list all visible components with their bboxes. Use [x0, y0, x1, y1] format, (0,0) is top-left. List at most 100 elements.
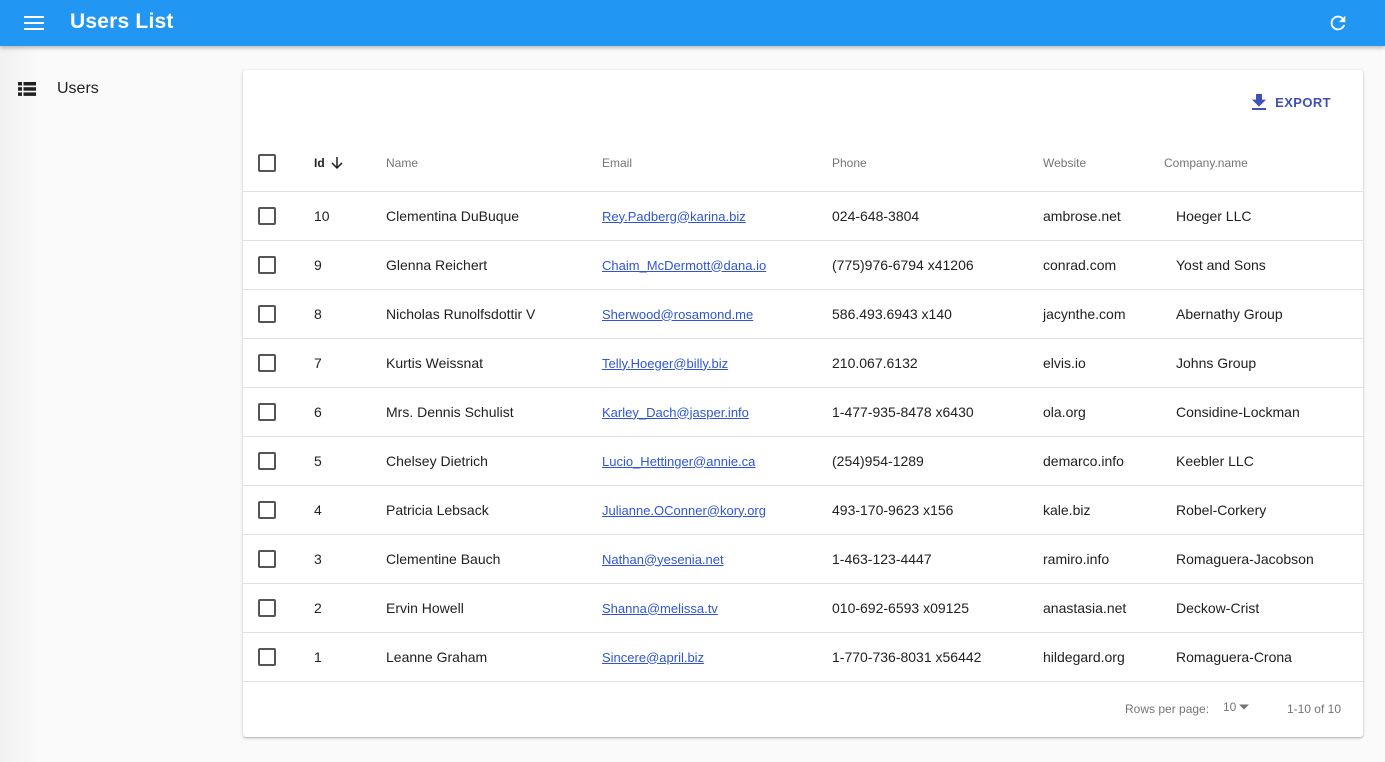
cell-id: 10	[314, 191, 386, 241]
cell-email-link[interactable]: Sherwood@rosamond.me	[602, 307, 753, 322]
cell-email-link[interactable]: Sincere@april.biz	[602, 650, 704, 665]
cell-id: 3	[314, 534, 386, 584]
column-header-company[interactable]: Company.name	[1164, 156, 1248, 170]
cell-phone: 010-692-6593 x09125	[832, 583, 1043, 633]
export-label: EXPORT	[1275, 94, 1331, 110]
column-header-name[interactable]: Name	[386, 156, 418, 170]
cell-email-link[interactable]: Chaim_McDermott@dana.io	[602, 258, 766, 273]
cell-company: Deckow-Crist	[1164, 583, 1363, 633]
cell-id: 4	[314, 485, 386, 535]
cell-phone: (254)954-1289	[832, 436, 1043, 486]
cell-website: conrad.com	[1043, 240, 1164, 290]
cell-company: Keebler LLC	[1164, 436, 1363, 486]
row-checkbox[interactable]	[258, 549, 276, 568]
cell-website: ramiro.info	[1043, 534, 1164, 584]
cell-id: 1	[314, 632, 386, 682]
column-header-email[interactable]: Email	[602, 156, 632, 170]
table-row[interactable]: 4 Patricia Lebsack Julianne.OConner@kory.o…	[243, 485, 1363, 535]
row-checkbox[interactable]	[258, 451, 276, 470]
caret-down-icon	[1239, 704, 1250, 710]
table-row[interactable]: 10 Clementina DuBuque Rey.Padberg@karina.b…	[243, 191, 1363, 241]
table-row[interactable]: 3 Clementine Bauch Nathan@yesenia.net 1-463…	[243, 534, 1363, 584]
cell-phone: 1-770-736-8031 x56442	[832, 632, 1043, 682]
row-checkbox[interactable]	[258, 402, 276, 421]
table-row[interactable]: 9 Glenna Reichert Chaim_McDermott@dana.io (…	[243, 240, 1363, 290]
table-header-row: Id Name Email Phone Website Company.name	[243, 135, 1363, 192]
cell-email-link[interactable]: Nathan@yesenia.net	[602, 552, 724, 567]
cell-phone: 493-170-9623 x156	[832, 485, 1043, 535]
cell-email-link[interactable]: Rey.Padberg@karina.biz	[602, 209, 746, 224]
cell-name: Chelsey Dietrich	[386, 436, 602, 486]
row-checkbox[interactable]	[258, 206, 276, 225]
cell-company: Abernathy Group	[1164, 289, 1363, 339]
cell-name: Clementina DuBuque	[386, 191, 602, 241]
table-row[interactable]: 5 Chelsey Dietrich Lucio_Hettinger@annie.c…	[243, 436, 1363, 486]
cell-name: Ervin Howell	[386, 583, 602, 633]
cell-website: hildegard.org	[1043, 632, 1164, 682]
cell-website: ola.org	[1043, 387, 1164, 437]
rows-per-page-label: Rows per page:	[1125, 702, 1210, 716]
pagination: Rows per page: 10 1-10 of 10	[243, 680, 1363, 737]
cell-company: Johns Group	[1164, 338, 1363, 388]
page-title: Users List	[70, 10, 174, 33]
table-row[interactable]: 6 Mrs. Dennis Schulist Karley_Dach@jasper.…	[243, 387, 1363, 437]
cell-website: ambrose.net	[1043, 191, 1164, 241]
menu-icon[interactable]	[24, 15, 44, 31]
refresh-icon[interactable]	[1327, 12, 1349, 34]
cell-phone: 024-648-3804	[832, 191, 1043, 241]
sidebar-item-users[interactable]: Users	[0, 72, 230, 106]
row-checkbox[interactable]	[258, 500, 276, 519]
rows-per-page-value: 10	[1223, 700, 1237, 714]
row-checkbox[interactable]	[258, 255, 276, 274]
users-table: Id Name Email Phone Website Company.name…	[243, 135, 1363, 682]
select-all-checkbox[interactable]	[258, 153, 276, 172]
cell-company: Considine-Lockman	[1164, 387, 1363, 437]
users-list-card: EXPORT Id Name Email Phone Website Compa…	[243, 70, 1363, 737]
cell-id: 9	[314, 240, 386, 290]
rows-per-page-select[interactable]: 10	[1223, 700, 1250, 714]
cell-phone: 1-463-123-4447	[832, 534, 1043, 584]
cell-name: Nicholas Runolfsdottir V	[386, 289, 602, 339]
cell-name: Kurtis Weissnat	[386, 338, 602, 388]
download-icon	[1252, 94, 1267, 110]
table-row[interactable]: 8 Nicholas Runolfsdottir V Sherwood@rosamo…	[243, 289, 1363, 339]
cell-website: demarco.info	[1043, 436, 1164, 486]
cell-phone: 1-477-935-8478 x6430	[832, 387, 1043, 437]
cell-email-link[interactable]: Telly.Hoeger@billy.biz	[602, 356, 728, 371]
cell-id: 8	[314, 289, 386, 339]
cell-id: 7	[314, 338, 386, 388]
cell-id: 5	[314, 436, 386, 486]
cell-website: elvis.io	[1043, 338, 1164, 388]
row-checkbox[interactable]	[258, 353, 276, 372]
cell-website: anastasia.net	[1043, 583, 1164, 633]
cell-email-link[interactable]: Shanna@melissa.tv	[602, 601, 718, 616]
table-row[interactable]: 1 Leanne Graham Sincere@april.biz 1-770-736…	[243, 632, 1363, 682]
cell-id: 2	[314, 583, 386, 633]
column-header-phone[interactable]: Phone	[832, 156, 867, 170]
cell-email-link[interactable]: Julianne.OConner@kory.org	[602, 503, 766, 518]
cell-phone: (775)976-6794 x41206	[832, 240, 1043, 290]
table-row[interactable]: 2 Ervin Howell Shanna@melissa.tv 010-692-65…	[243, 583, 1363, 633]
row-checkbox[interactable]	[258, 647, 276, 666]
column-header-website[interactable]: Website	[1043, 156, 1086, 170]
table-row[interactable]: 7 Kurtis Weissnat Telly.Hoeger@billy.biz 21…	[243, 338, 1363, 388]
arrow-down-icon	[331, 156, 343, 169]
cell-phone: 210.067.6132	[832, 338, 1043, 388]
cell-id: 6	[314, 387, 386, 437]
cell-company: Romaguera-Jacobson	[1164, 534, 1363, 584]
row-checkbox[interactable]	[258, 304, 276, 323]
app-bar: Users List	[0, 0, 1385, 46]
cell-website: jacynthe.com	[1043, 289, 1164, 339]
pagination-range: 1-10 of 10	[1286, 702, 1341, 716]
column-header-label: Id	[314, 155, 325, 170]
cell-email-link[interactable]: Karley_Dach@jasper.info	[602, 405, 749, 420]
cell-phone: 586.493.6943 x140	[832, 289, 1043, 339]
cell-website: kale.biz	[1043, 485, 1164, 535]
cell-company: Romaguera-Crona	[1164, 632, 1363, 682]
export-button[interactable]: EXPORT	[1252, 92, 1331, 112]
column-header-id[interactable]: Id	[314, 156, 343, 170]
cell-name: Mrs. Dennis Schulist	[386, 387, 602, 437]
row-checkbox[interactable]	[258, 598, 276, 617]
cell-company: Yost and Sons	[1164, 240, 1363, 290]
cell-email-link[interactable]: Lucio_Hettinger@annie.ca	[602, 454, 755, 469]
